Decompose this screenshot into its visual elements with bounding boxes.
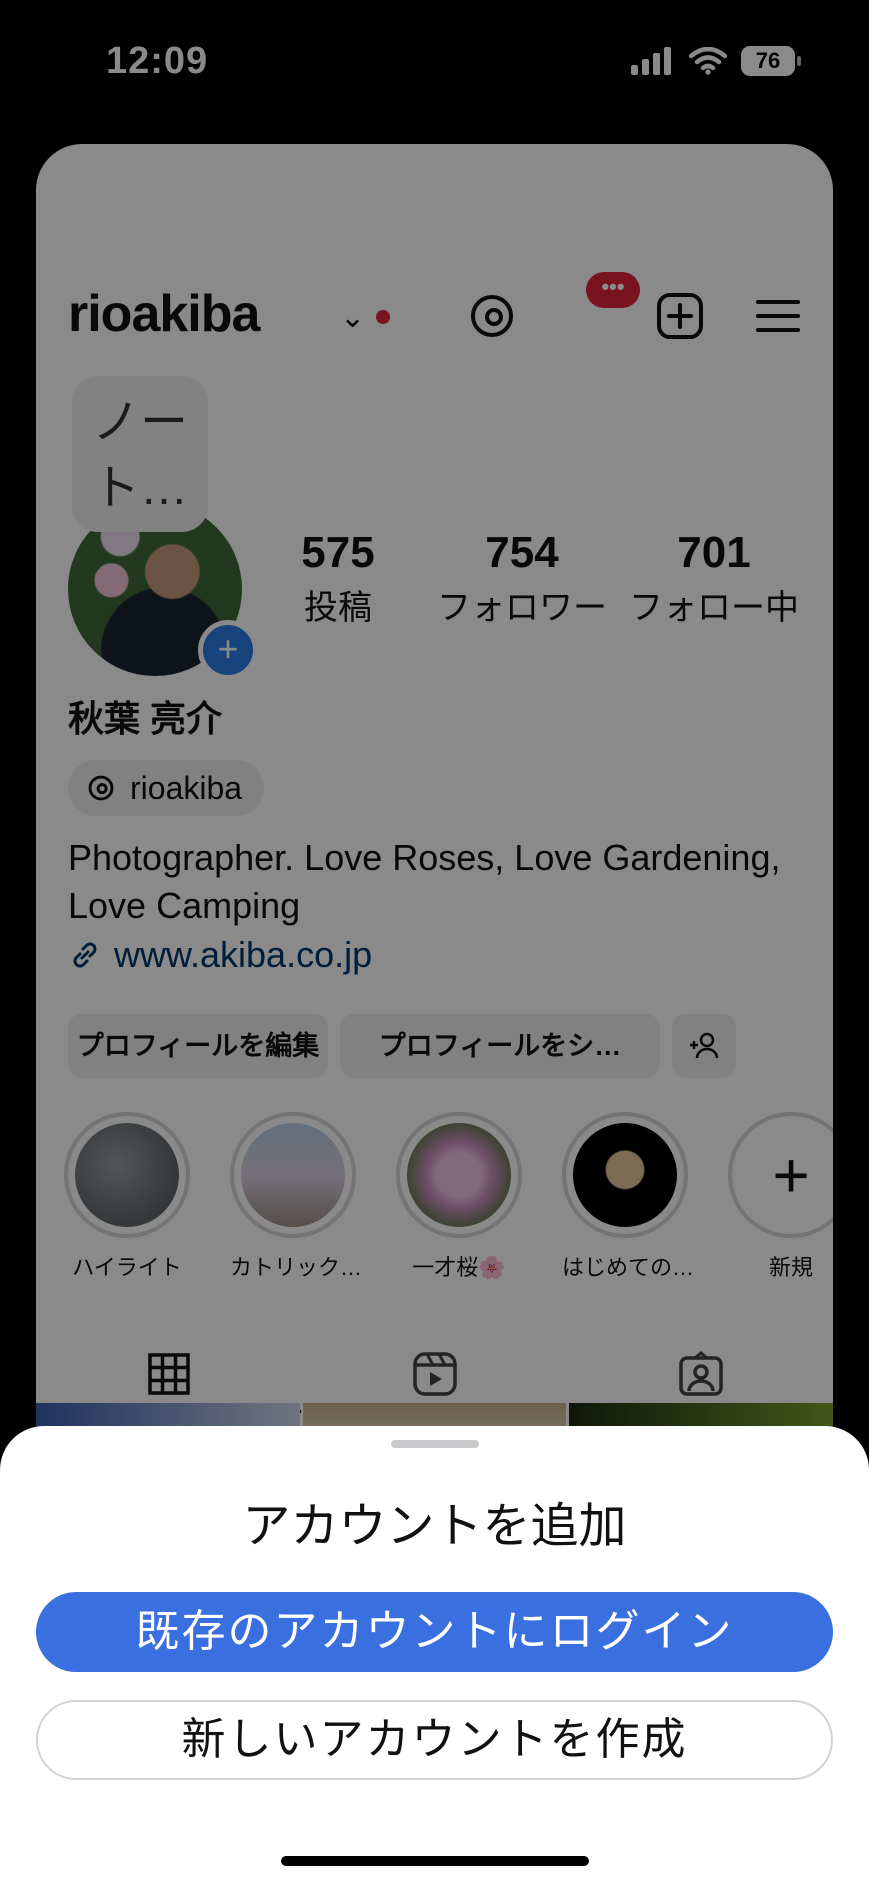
- login-existing-account-button[interactable]: 既存のアカウントにログイン: [36, 1592, 833, 1672]
- sheet-grabber[interactable]: [391, 1440, 479, 1448]
- home-indicator[interactable]: [281, 1856, 589, 1866]
- add-account-sheet: アカウントを追加 既存のアカウントにログイン 新しいアカウントを作成: [0, 1426, 869, 1884]
- sheet-title: アカウントを追加: [242, 1500, 627, 1553]
- create-new-account-button[interactable]: 新しいアカウントを作成: [36, 1700, 833, 1780]
